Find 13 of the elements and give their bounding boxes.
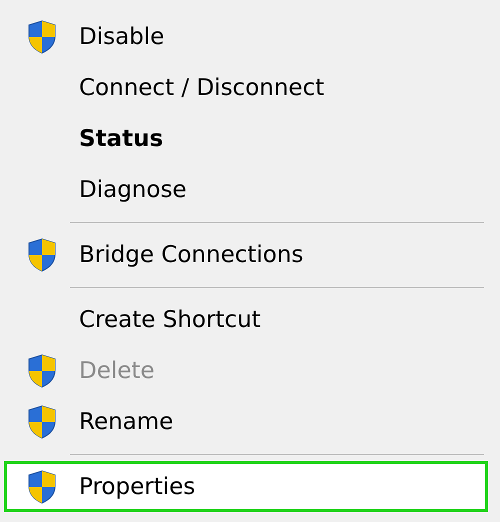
shield-icon (27, 404, 57, 438)
menu-item[interactable]: Create Shortcut (4, 294, 488, 345)
menu-item[interactable]: Properties (4, 461, 488, 512)
shield-icon (27, 238, 57, 272)
menu-item[interactable]: Rename (4, 396, 488, 447)
menu-item[interactable]: Disable (4, 11, 488, 62)
menu-item[interactable]: Bridge Connections (4, 229, 488, 280)
menu-item[interactable]: Diagnose (4, 164, 488, 215)
menu-item[interactable]: Connect / Disconnect (4, 62, 488, 113)
menu-item[interactable]: Status (4, 113, 488, 164)
shield-icon (27, 354, 57, 388)
shield-icon (27, 470, 57, 504)
shield-icon (27, 20, 57, 54)
